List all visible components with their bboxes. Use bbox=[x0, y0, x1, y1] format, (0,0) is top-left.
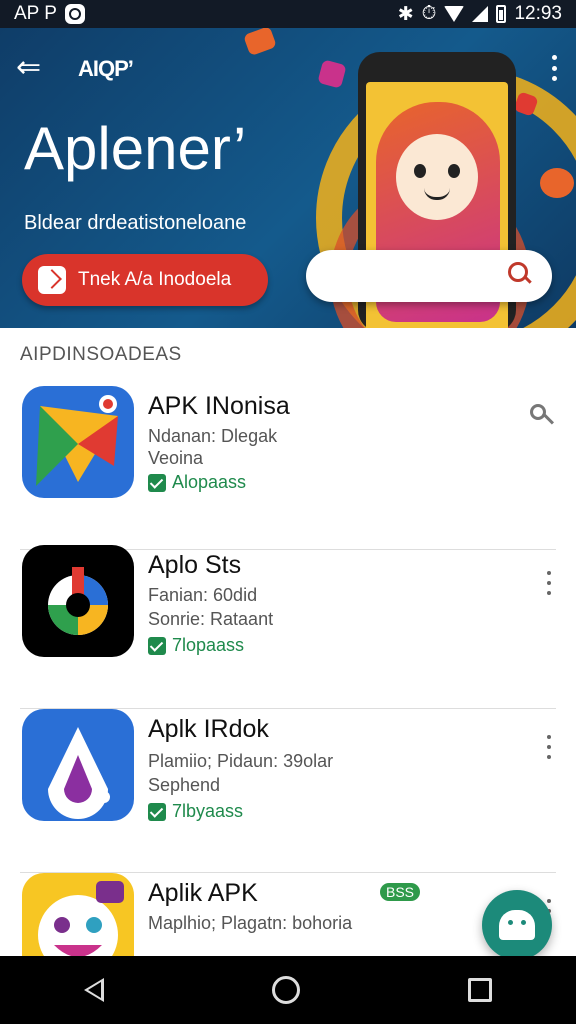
hero-subtitle: Bldear drdeatistoneloane bbox=[24, 212, 247, 234]
verified-label: 7lbyaass bbox=[172, 801, 244, 821]
list-item[interactable]: Aplk IRdok Plamiio; Pidaun: 39olar Sephe… bbox=[0, 709, 576, 873]
key-icon[interactable] bbox=[530, 404, 556, 430]
verified-badge: Alopaass bbox=[148, 472, 246, 493]
verified-label: Alopaass bbox=[172, 472, 247, 492]
app-list-section: AIPDINSOADEAS APK INonisa Ndanan: Dlegak… bbox=[0, 328, 576, 956]
list-item[interactable]: Aplo Sts Fanian: 60did Sonrie: Rataant 7… bbox=[0, 545, 576, 709]
app-name: Aplik APK bbox=[148, 879, 258, 907]
android-fab-button[interactable] bbox=[482, 890, 552, 956]
app-name: APK INonisa bbox=[148, 392, 290, 420]
character-eye bbox=[448, 164, 460, 178]
external-link-icon bbox=[38, 266, 66, 294]
app-icon bbox=[22, 386, 134, 498]
list-item[interactable]: APK INonisa Ndanan: Dlegak Veoina Alopaa… bbox=[0, 386, 576, 550]
status-bar: AP P ✱ ⏱ 12:93 bbox=[0, 0, 576, 28]
nav-back-icon[interactable] bbox=[84, 978, 104, 1002]
search-icon[interactable] bbox=[508, 262, 532, 286]
wifi-icon bbox=[444, 6, 465, 22]
hero-cta-label: Tnek A/a Inodoela bbox=[78, 269, 232, 290]
app-meta: Sephend bbox=[148, 775, 221, 795]
app-meta: Sonrie: Rataant bbox=[148, 609, 274, 629]
alarm-icon: ⏱ bbox=[421, 3, 437, 24]
verified-badge: 7lopaass bbox=[148, 635, 244, 656]
status-app-label: AP P bbox=[14, 3, 57, 24]
bluetooth-icon: ✱ bbox=[397, 3, 414, 25]
more-options-icon[interactable] bbox=[546, 52, 562, 84]
status-left: AP P bbox=[14, 3, 85, 25]
verified-label: 7lopaass bbox=[172, 635, 245, 655]
app-meta: Fanian: 60did bbox=[148, 585, 258, 605]
app-icon-graphic bbox=[38, 881, 124, 956]
battery-icon bbox=[496, 5, 507, 23]
notification-icon bbox=[64, 4, 85, 24]
app-meta: Maplhio; Plagatn: bohoria bbox=[148, 913, 353, 933]
navigation-bar bbox=[0, 956, 576, 1024]
status-time: 12:93 bbox=[514, 3, 562, 24]
verified-badge: 7lbyaass bbox=[148, 801, 243, 822]
character-smile bbox=[424, 188, 450, 200]
app-name: Aplk IRdok bbox=[148, 715, 269, 743]
app-icon-graphic bbox=[36, 395, 118, 486]
floating-app-icon bbox=[317, 59, 347, 89]
nav-recents-icon[interactable] bbox=[468, 978, 492, 1002]
android-icon bbox=[499, 910, 535, 940]
app-icon bbox=[22, 873, 134, 956]
hero-title: Aplener’ bbox=[24, 115, 247, 182]
nav-home-icon[interactable] bbox=[272, 976, 300, 1004]
app-meta: Ndanan: Dlegak bbox=[148, 426, 278, 446]
app-meta: Veoina bbox=[148, 448, 204, 468]
back-arrow-icon[interactable]: ⇐ bbox=[16, 52, 56, 84]
app-name: Aplo Sts bbox=[148, 551, 242, 579]
hero-cta-button[interactable]: Tnek A/a Inodoela bbox=[22, 254, 268, 306]
check-icon bbox=[148, 636, 166, 655]
hero-banner: ⇐ AIQP’ Aplener’ Bldear drdeatistoneloan… bbox=[0, 28, 576, 328]
more-options-icon[interactable] bbox=[544, 735, 554, 759]
app-meta: Plamiio; Pidaun: 39olar bbox=[148, 751, 334, 771]
app-icon bbox=[22, 709, 134, 821]
app-icon-graphic bbox=[48, 727, 110, 819]
app-logo: AIQP’ bbox=[78, 56, 134, 81]
check-icon bbox=[148, 802, 166, 821]
more-options-icon[interactable] bbox=[544, 571, 554, 595]
signal-icon bbox=[472, 6, 489, 22]
new-badge: BSS bbox=[380, 883, 421, 901]
status-right: ✱ ⏱ 12:93 bbox=[398, 3, 562, 26]
character-eye bbox=[414, 164, 426, 178]
floating-app-icon bbox=[540, 168, 574, 198]
check-icon bbox=[148, 473, 166, 492]
search-input[interactable] bbox=[306, 250, 552, 302]
floating-app-icon bbox=[243, 28, 277, 57]
app-icon bbox=[22, 545, 134, 657]
character-face bbox=[396, 134, 478, 220]
section-header: AIPDINSOADEAS bbox=[20, 344, 182, 365]
app-icon-graphic bbox=[48, 567, 108, 635]
